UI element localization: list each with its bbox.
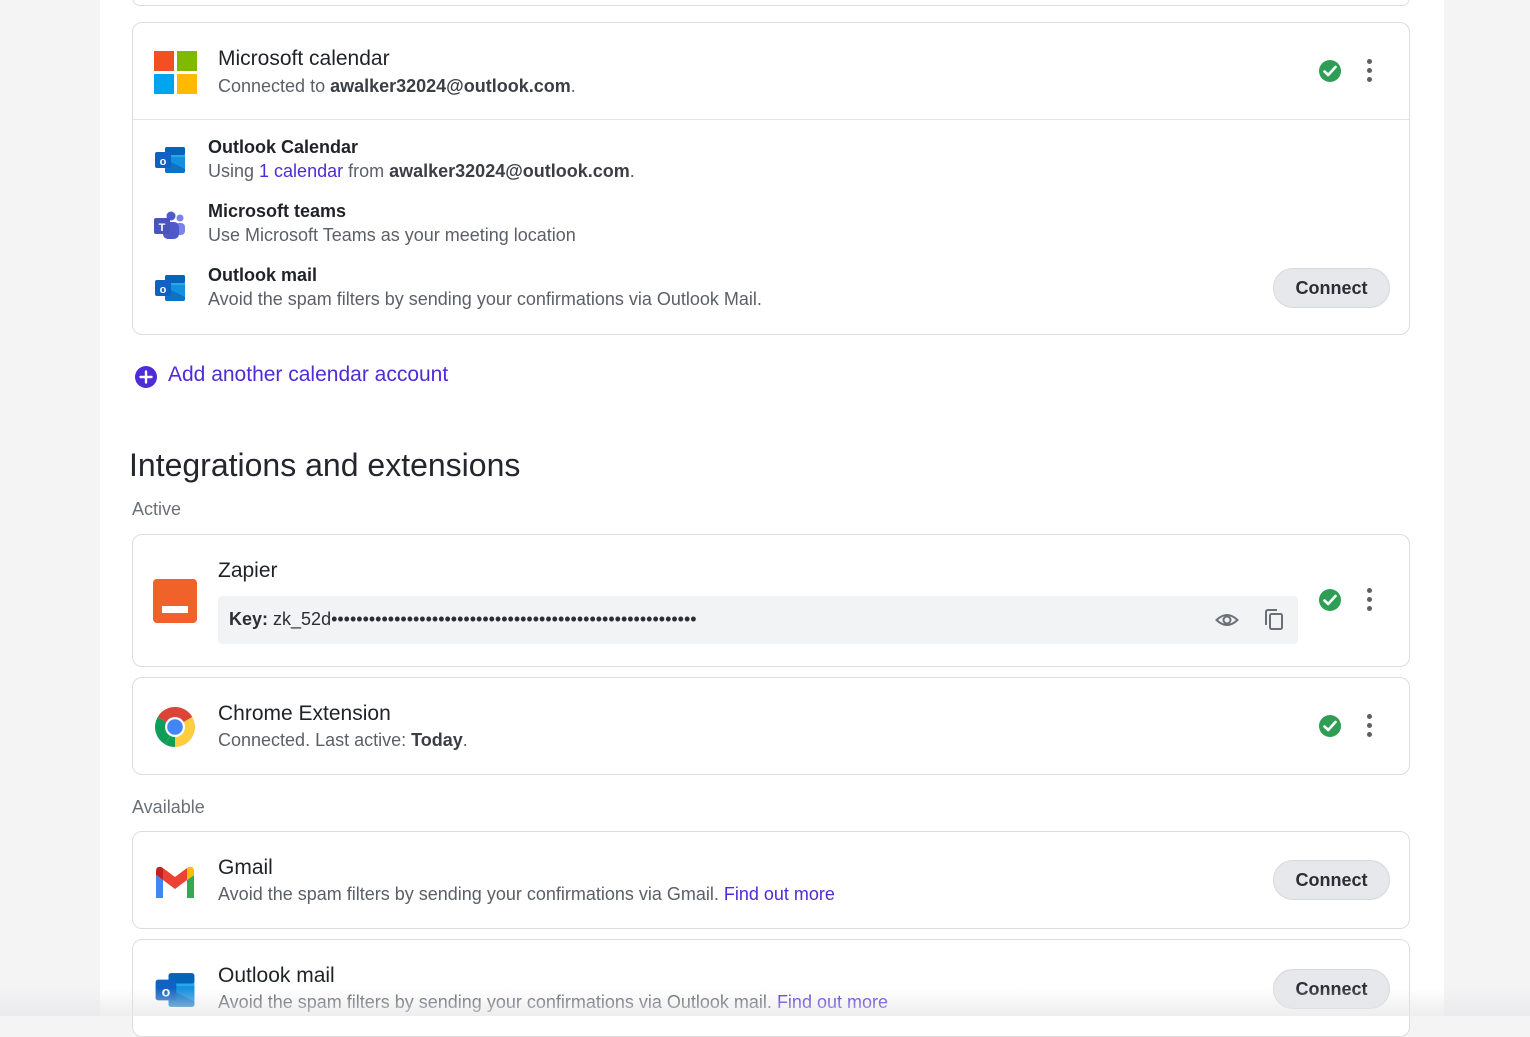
outlook-mail-available-card: o Outlook mail Avoid the spam filters by… bbox=[132, 939, 1410, 1037]
connected-check-icon bbox=[1319, 60, 1341, 82]
microsoft-logo-icon bbox=[154, 51, 198, 100]
divider bbox=[133, 119, 1409, 120]
svg-text:o: o bbox=[162, 984, 171, 1000]
last-active-value: Today bbox=[411, 730, 463, 750]
available-label: Available bbox=[132, 797, 205, 817]
zapier-key-field: Key: zk_52d•••••••••••••••••••••••••••••… bbox=[218, 596, 1298, 644]
outlook-find-out-more-link[interactable]: Find out more bbox=[777, 992, 888, 1012]
add-calendar-account-link[interactable]: Add another calendar account bbox=[168, 363, 448, 387]
microsoft-calendar-card: Microsoft calendar Connected to awalker3… bbox=[132, 22, 1410, 335]
key-label: Key: bbox=[229, 609, 269, 629]
settings-page: Microsoft calendar Connected to awalker3… bbox=[100, 0, 1444, 1037]
connected-email: awalker32024@outlook.com bbox=[330, 76, 571, 96]
chrome-logo-icon bbox=[153, 705, 197, 754]
gmail-find-out-more-link[interactable]: Find out more bbox=[724, 884, 835, 904]
outlook-mail-desc: Avoid the spam filters by sending your c… bbox=[208, 289, 762, 309]
gmail-title: Gmail bbox=[218, 856, 273, 879]
outlook-calendar-title: Outlook Calendar bbox=[208, 137, 359, 157]
zapier-connected-check-icon bbox=[1319, 589, 1341, 611]
period: . bbox=[570, 76, 576, 96]
outlook-mail-available-title: Outlook mail bbox=[218, 964, 335, 987]
copy-key-icon[interactable] bbox=[1263, 608, 1285, 637]
chrome-extension-title: Chrome Extension bbox=[218, 702, 391, 725]
active-label: Active bbox=[132, 499, 182, 519]
microsoft-calendar-title: Microsoft calendar bbox=[218, 47, 390, 70]
outlook-calendar-desc: Using 1 calendar from awalker32024@outlo… bbox=[208, 161, 635, 182]
period: . bbox=[462, 730, 468, 750]
key-value: zk_52d••••••••••••••••••••••••••••••••••… bbox=[273, 609, 697, 629]
outlook-desc-text: Avoid the spam filters by sending your c… bbox=[218, 992, 777, 1012]
gmail-logo-icon bbox=[153, 865, 197, 904]
zapier-title: Zapier bbox=[218, 559, 278, 582]
microsoft-teams-title: Microsoft teams bbox=[208, 201, 347, 221]
gmail-desc: Avoid the spam filters by sending your c… bbox=[218, 884, 835, 905]
microsoft-teams-desc: Use Microsoft Teams as your meeting loca… bbox=[208, 225, 576, 245]
chrome-connected-check-icon bbox=[1319, 715, 1341, 737]
outlook-mail-available-desc: Avoid the spam filters by sending your c… bbox=[218, 992, 888, 1013]
outlook-mail-available-icon: o bbox=[153, 968, 197, 1017]
previous-card bbox=[132, 0, 1410, 6]
zapier-card: Zapier Key: zk_52d••••••••••••••••••••••… bbox=[132, 534, 1410, 667]
outlook-mail-available-connect-button[interactable]: Connect bbox=[1273, 969, 1390, 1009]
chrome-more-options-icon[interactable] bbox=[1364, 713, 1374, 739]
gmail-desc-text: Avoid the spam filters by sending your c… bbox=[218, 884, 724, 904]
svg-text:o: o bbox=[160, 284, 167, 296]
from-text: from bbox=[343, 161, 390, 181]
connected-prefix: Connected to bbox=[218, 76, 331, 96]
add-circle-icon[interactable] bbox=[135, 366, 157, 393]
using-text: Using bbox=[208, 161, 260, 181]
outlook-mail-icon: o bbox=[153, 271, 187, 310]
show-key-eye-icon[interactable] bbox=[1215, 609, 1239, 636]
gmail-card: Gmail Avoid the spam filters by sending … bbox=[132, 831, 1410, 929]
zapier-logo-icon bbox=[153, 579, 197, 628]
period: . bbox=[629, 161, 635, 181]
calendar-count-link[interactable]: 1 calendar bbox=[259, 161, 343, 181]
chrome-extension-status: Connected. Last active: Today. bbox=[218, 730, 468, 751]
more-options-icon[interactable] bbox=[1364, 58, 1374, 84]
status-prefix: Connected. Last active: bbox=[218, 730, 412, 750]
outlook-calendar-icon: o bbox=[153, 143, 187, 182]
zapier-more-options-icon[interactable] bbox=[1364, 587, 1374, 613]
chrome-extension-card: Chrome Extension Connected. Last active:… bbox=[132, 677, 1410, 775]
microsoft-teams-icon: T bbox=[153, 209, 187, 248]
microsoft-connected-status: Connected to awalker32024@outlook.com. bbox=[218, 76, 576, 97]
zapier-key-text: Key: zk_52d•••••••••••••••••••••••••••••… bbox=[229, 609, 697, 630]
outlook-calendar-email: awalker32024@outlook.com bbox=[389, 161, 630, 181]
outlook-mail-connect-button[interactable]: Connect bbox=[1273, 268, 1390, 308]
outlook-mail-title: Outlook mail bbox=[208, 265, 318, 285]
gmail-connect-button[interactable]: Connect bbox=[1273, 860, 1390, 900]
svg-text:T: T bbox=[159, 222, 166, 234]
integrations-title: Integrations and extensions bbox=[129, 447, 521, 483]
svg-text:o: o bbox=[160, 156, 167, 168]
